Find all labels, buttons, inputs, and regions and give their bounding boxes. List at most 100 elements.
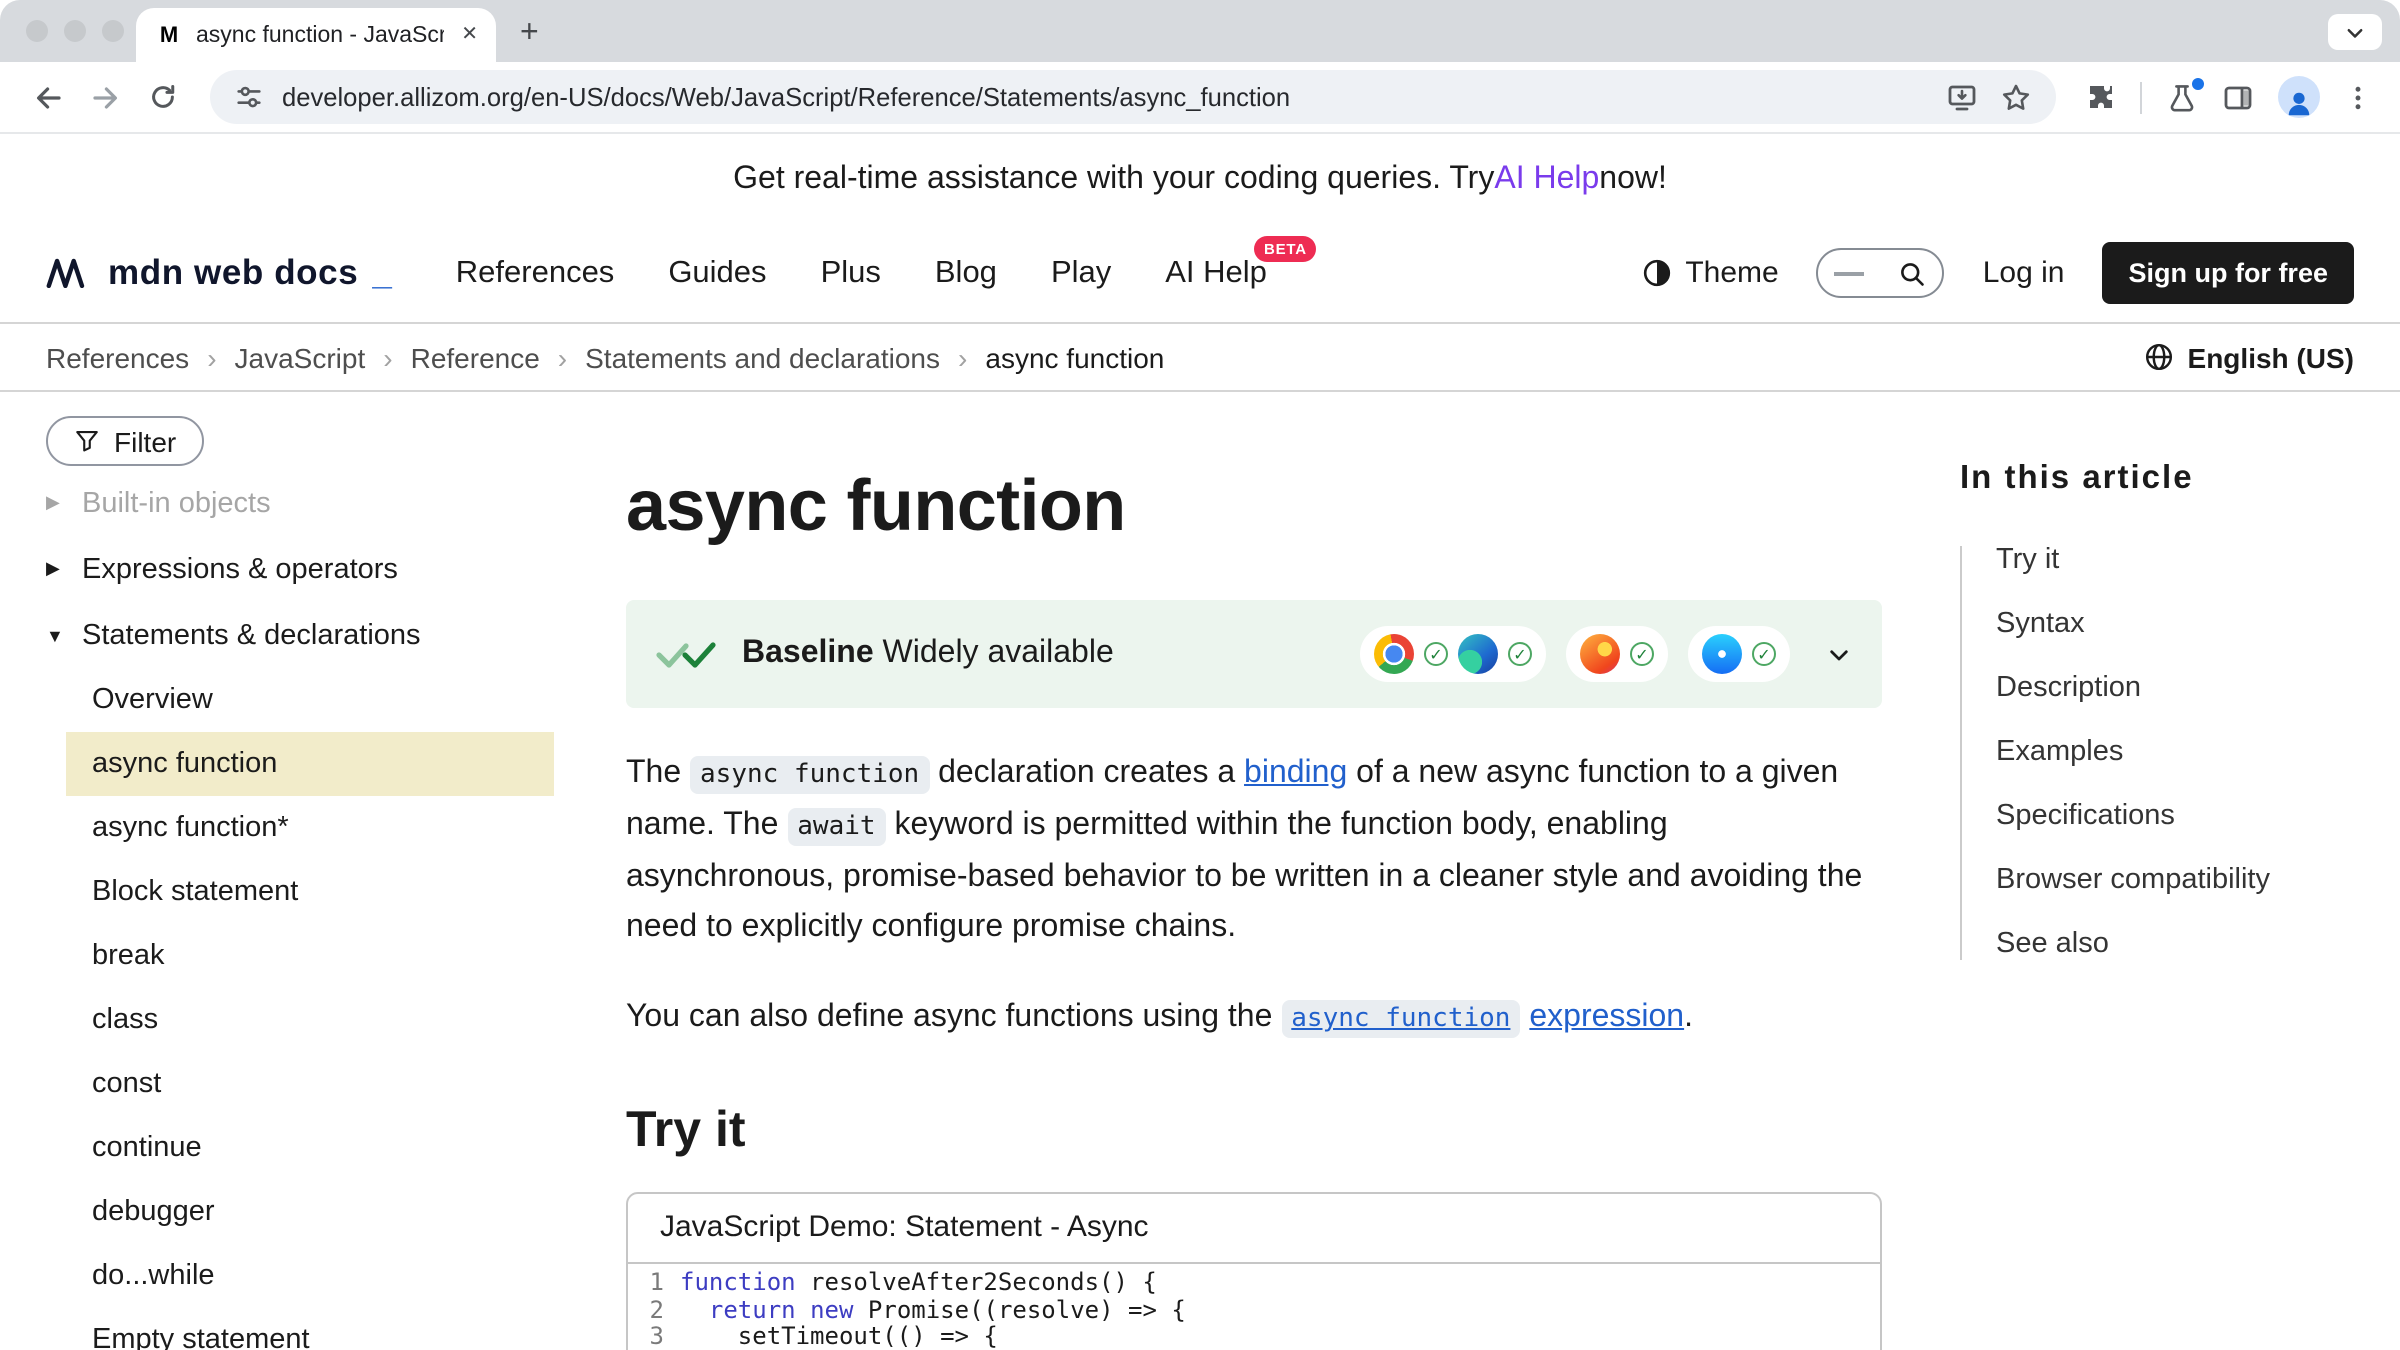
code-line: setTimeout(() => {: [680, 1324, 1880, 1350]
sidebar-item[interactable]: const: [66, 1052, 554, 1116]
baseline-chevron-down-icon[interactable]: [1826, 641, 1852, 667]
toc-item[interactable]: Browser compatibility: [1996, 866, 2400, 896]
install-icon[interactable]: [1946, 81, 1978, 113]
zoom-window-icon[interactable]: [102, 20, 124, 42]
theme-switcher[interactable]: Theme: [1641, 256, 1778, 290]
nav-item-ai-help[interactable]: AI HelpBETA: [1165, 255, 1267, 291]
sidebar-item[interactable]: Block statement: [66, 860, 554, 924]
site-settings-icon[interactable]: [234, 82, 264, 112]
sidebar-filter-button[interactable]: Filter: [46, 416, 204, 466]
code-link[interactable]: async function: [1281, 1000, 1520, 1038]
browser-pill[interactable]: ✓: [1566, 626, 1668, 682]
toc-link[interactable]: Browser compatibility: [1996, 864, 2270, 896]
header-nav: References Guides Plus Blog Play AI HelpBETA: [456, 255, 1267, 291]
nav-item-blog[interactable]: Blog: [935, 255, 997, 291]
close-window-icon[interactable]: [26, 20, 48, 42]
minimize-window-icon[interactable]: [64, 20, 86, 42]
nav-item-guides[interactable]: Guides: [668, 255, 766, 291]
sidebar-item-label: Overview: [92, 684, 213, 716]
toc-item[interactable]: See also: [1996, 930, 2400, 960]
url-text[interactable]: developer.allizom.org/en-US/docs/Web/Jav…: [282, 82, 1928, 112]
expand-icon[interactable]: ▶: [46, 558, 66, 580]
sidebar-item-label: Built-in objects: [82, 487, 271, 519]
signup-button[interactable]: Sign up for free: [2102, 242, 2354, 304]
browser-toolbar: developer.allizom.org/en-US/docs/Web/Jav…: [0, 62, 2400, 134]
profile-avatar[interactable]: [2278, 76, 2320, 118]
code-token: [680, 1295, 709, 1323]
extensions-puzzle-icon[interactable]: [2084, 81, 2116, 113]
breadcrumb-item[interactable]: async function: [985, 341, 1164, 373]
sidebar-item[interactable]: break: [66, 924, 554, 988]
labs-beaker-icon[interactable]: [2166, 81, 2198, 113]
toc-item[interactable]: Examples: [1996, 738, 2400, 768]
search-cursor-line: [1835, 271, 1865, 275]
browser-tab[interactable]: M async function - JavaScript | ✕: [136, 8, 496, 62]
toc-item[interactable]: Syntax: [1996, 610, 2400, 640]
toc-link[interactable]: Specifications: [1996, 800, 2175, 832]
text-link[interactable]: expression: [1529, 1000, 1684, 1034]
code-token: setTimeout(() => {: [680, 1322, 998, 1350]
browser-pill[interactable]: ✓: [1688, 626, 1790, 682]
chrome-icon: [1374, 634, 1414, 674]
sidebar-item[interactable]: Overview: [66, 668, 554, 732]
support-check-icon: ✓: [1752, 642, 1776, 666]
globe-icon: [2144, 342, 2174, 372]
sidebar-item[interactable]: class: [66, 988, 554, 1052]
sidebar-item-label: const: [92, 1068, 161, 1100]
url-bar[interactable]: developer.allizom.org/en-US/docs/Web/Jav…: [210, 70, 2056, 124]
language-switcher[interactable]: English (US): [2144, 341, 2354, 373]
sidebar-item-label: debugger: [92, 1196, 215, 1228]
browser-menu-kebab-icon[interactable]: [2344, 83, 2372, 111]
toc-link[interactable]: Try it: [1996, 544, 2059, 576]
sidebar-item[interactable]: ▼Statements & declarations: [46, 602, 580, 668]
nav-item-play[interactable]: Play: [1051, 255, 1111, 291]
beta-badge: BETA: [1254, 235, 1317, 261]
code-line: function resolveAfter2Seconds() {: [680, 1270, 1880, 1297]
nav-item-plus[interactable]: Plus: [821, 255, 881, 291]
sidebar-item[interactable]: do...while: [66, 1244, 554, 1308]
mdn-logo[interactable]: mdn web docs_: [46, 252, 392, 294]
sidebar-item[interactable]: continue: [66, 1116, 554, 1180]
reload-icon[interactable]: [136, 70, 190, 124]
browser-pill[interactable]: ✓✓: [1360, 626, 1546, 682]
toc-item[interactable]: Try it: [1996, 546, 2400, 576]
expand-icon[interactable]: ▶: [46, 492, 66, 514]
search-icon[interactable]: [1899, 259, 1927, 287]
toc-link[interactable]: Examples: [1996, 736, 2123, 768]
new-tab-button[interactable]: +: [520, 18, 539, 50]
sidebar-item[interactable]: debugger: [66, 1180, 554, 1244]
login-link[interactable]: Log in: [1983, 256, 2065, 290]
browser-window: M async function - JavaScript | ✕ + deve…: [0, 0, 2400, 1350]
sidebar-item-label: async function*: [92, 812, 289, 844]
collapse-icon[interactable]: ▼: [46, 625, 66, 645]
demo-editor[interactable]: 123456 function resolveAfter2Seconds() {…: [628, 1264, 1880, 1350]
forward-icon[interactable]: [78, 70, 132, 124]
toc-link[interactable]: Syntax: [1996, 608, 2085, 640]
back-icon[interactable]: [20, 70, 74, 124]
breadcrumb-item[interactable]: References: [46, 341, 189, 373]
sidebar-item[interactable]: ▶Expressions & operators: [46, 536, 580, 602]
sidebar-item[interactable]: Empty statement: [66, 1308, 554, 1350]
toc-item[interactable]: Specifications: [1996, 802, 2400, 832]
sidebar-item[interactable]: ▶ Built-in objects: [46, 470, 580, 536]
sidebar-list: ▶ Built-in objects ▶Expressions & operator…: [46, 470, 580, 1350]
second-paragraph: You can also define async functions usin…: [626, 992, 1882, 1044]
toc-item[interactable]: Description: [1996, 674, 2400, 704]
breadcrumb-separator-icon: ›: [558, 341, 567, 373]
breadcrumb-item[interactable]: Reference: [411, 341, 540, 373]
text-link[interactable]: binding: [1244, 756, 1347, 790]
toc-link[interactable]: Description: [1996, 672, 2141, 704]
nav-item-references[interactable]: References: [456, 255, 615, 291]
side-panel-icon[interactable]: [2222, 81, 2254, 113]
ai-help-promo-link[interactable]: AI Help: [1494, 161, 1599, 197]
site-search-input[interactable]: [1817, 248, 1945, 298]
toc-link[interactable]: See also: [1996, 928, 2109, 960]
sidebar-item[interactable]: async function: [66, 732, 554, 796]
breadcrumb-item[interactable]: Statements and declarations: [585, 341, 940, 373]
breadcrumb-item[interactable]: JavaScript: [235, 341, 366, 373]
sidebar-item[interactable]: async function*: [66, 796, 554, 860]
tab-search-chevron-icon[interactable]: [2328, 14, 2382, 50]
bookmark-star-icon[interactable]: [2000, 81, 2032, 113]
demo-codecol[interactable]: function resolveAfter2Seconds() { return…: [680, 1270, 1880, 1350]
tab-close-icon[interactable]: ✕: [457, 24, 482, 46]
